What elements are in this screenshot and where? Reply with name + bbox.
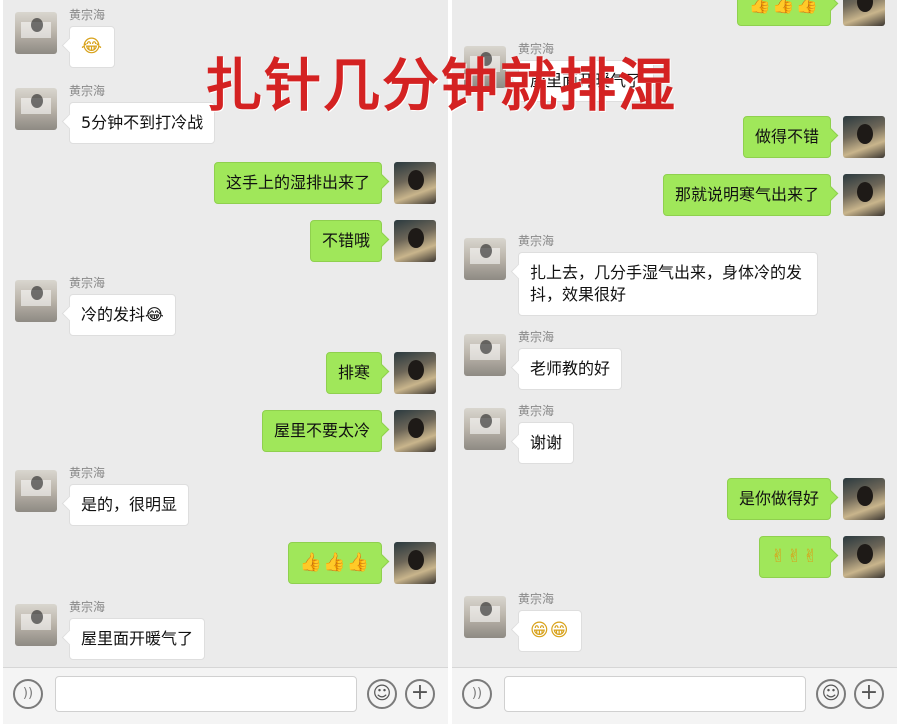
message-bubble[interactable]: 排寒 (325, 352, 382, 394)
contact-avatar[interactable] (15, 12, 57, 54)
message-bubble[interactable]: 👍👍👍 (736, 0, 831, 26)
self-avatar[interactable] (843, 536, 885, 578)
sender-name: 黄宗海 (69, 466, 106, 480)
emoji-icon[interactable]: ☺ (816, 679, 846, 709)
self-avatar[interactable] (394, 220, 436, 262)
voice-icon[interactable]: )) (13, 679, 43, 709)
sender-name: 黄宗海 (69, 276, 106, 290)
self-avatar[interactable] (843, 174, 885, 216)
message-bubble[interactable]: 那就说明寒气出来了 (662, 174, 831, 216)
overlay-title: 扎针几分钟就排湿 (205, 52, 677, 119)
message-bubble[interactable]: 👍👍👍 (287, 542, 382, 584)
message-bubble[interactable]: 不错哦 (309, 220, 382, 262)
message-bubble[interactable]: 冷的发抖😂 (69, 294, 176, 336)
message-input[interactable] (504, 676, 806, 712)
self-avatar[interactable] (394, 352, 436, 394)
message-bubble[interactable]: 做得不错 (742, 116, 831, 158)
contact-avatar[interactable] (15, 470, 57, 512)
message-bubble[interactable]: 😁😁 (518, 610, 582, 652)
message-bubble[interactable]: 老师教的好 (518, 348, 623, 390)
contact-avatar[interactable] (15, 280, 57, 322)
sender-name: 黄宗海 (518, 330, 555, 344)
self-avatar[interactable] (394, 162, 436, 204)
voice-icon[interactable]: )) (462, 679, 492, 709)
plus-icon[interactable]: + (405, 679, 435, 709)
self-avatar[interactable] (843, 0, 885, 26)
self-avatar[interactable] (843, 478, 885, 520)
contact-avatar[interactable] (464, 334, 506, 376)
self-avatar[interactable] (843, 116, 885, 158)
input-bar: )) ☺ + (452, 667, 897, 724)
input-bar: )) ☺ + (3, 667, 448, 724)
emoji-icon[interactable]: ☺ (367, 679, 397, 709)
message-bubble[interactable]: 这手上的湿排出来了 (213, 162, 382, 204)
message-bubble[interactable]: 是你做得好 (726, 478, 831, 520)
plus-icon[interactable]: + (854, 679, 884, 709)
message-bubble[interactable]: 5分钟不到打冷战 (69, 102, 216, 144)
contact-avatar[interactable] (15, 604, 57, 646)
contact-avatar[interactable] (464, 408, 506, 450)
self-avatar[interactable] (394, 410, 436, 452)
message-bubble[interactable]: ✌✌✌ (758, 536, 831, 578)
sender-name: 黄宗海 (518, 234, 555, 248)
sender-name: 黄宗海 (518, 592, 555, 606)
contact-avatar[interactable] (464, 596, 506, 638)
sender-name: 黄宗海 (69, 84, 106, 98)
message-bubble[interactable]: 屋里面开暖气了 (69, 618, 206, 660)
message-input[interactable] (55, 676, 357, 712)
message-bubble[interactable]: 扎上去，几分手湿气出来，身体冷的发抖，效果很好 (518, 252, 818, 316)
message-bubble[interactable]: 谢谢 (518, 422, 575, 464)
message-bubble[interactable]: 😂 (69, 26, 116, 68)
message-bubble[interactable]: 是的，很明显 (69, 484, 190, 526)
sender-name: 黄宗海 (518, 404, 555, 418)
contact-avatar[interactable] (464, 238, 506, 280)
sender-name: 黄宗海 (69, 8, 106, 22)
self-avatar[interactable] (394, 542, 436, 584)
sender-name: 黄宗海 (69, 600, 106, 614)
contact-avatar[interactable] (15, 88, 57, 130)
message-bubble[interactable]: 屋里不要太冷 (261, 410, 382, 452)
